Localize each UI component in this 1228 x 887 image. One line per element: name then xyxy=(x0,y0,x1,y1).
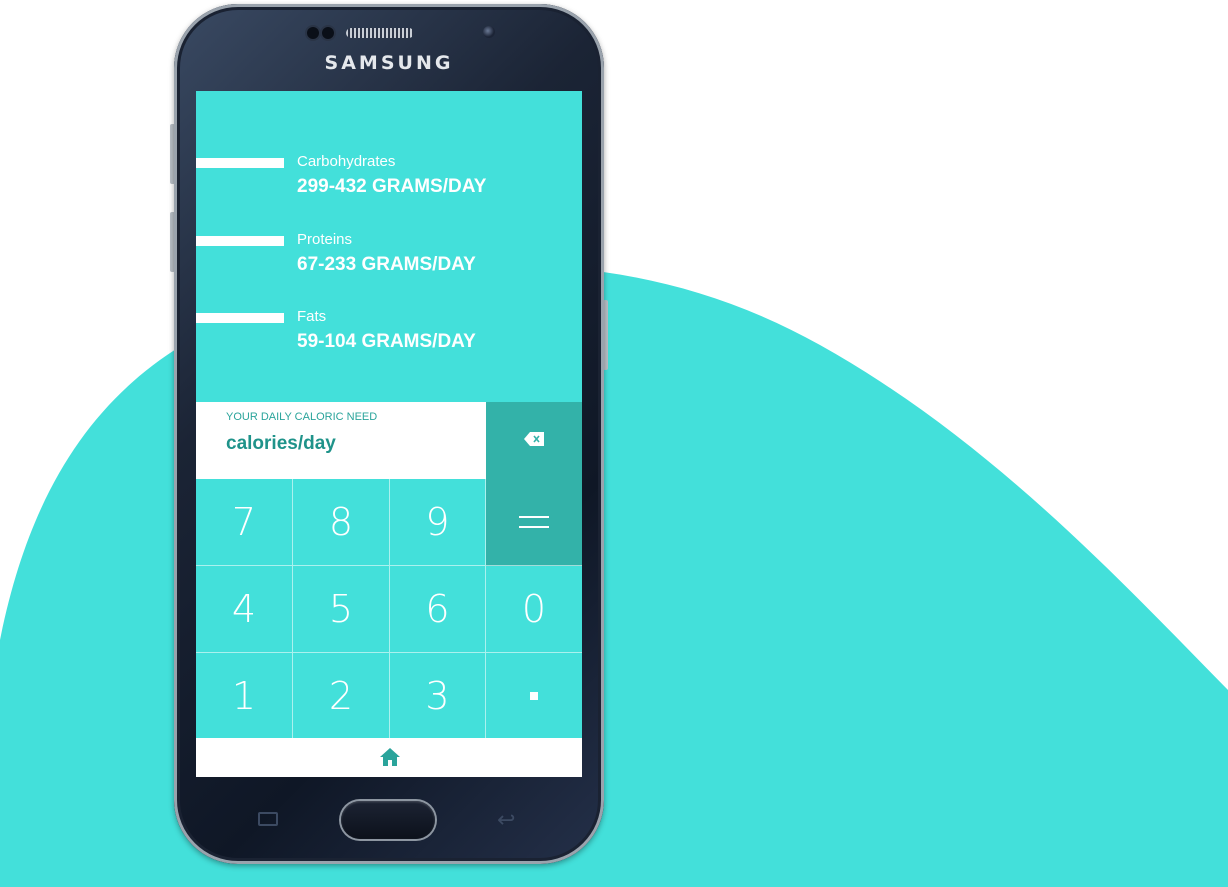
key-9[interactable]: 9 xyxy=(390,479,486,566)
recent-apps-icon[interactable] xyxy=(258,812,278,826)
macro-label: Fats xyxy=(297,308,327,325)
front-camera-icon xyxy=(483,26,495,38)
bottom-navigation xyxy=(196,738,582,777)
key-1[interactable]: 1 xyxy=(196,653,293,738)
decimal-point-icon xyxy=(530,691,538,700)
macro-label: Carbohydrates xyxy=(297,153,396,170)
input-hint: YOUR DAILY CALORIC NEED xyxy=(226,411,378,423)
app-screen: Carbohydrates 299-432 GRAMS/DAY Proteins… xyxy=(196,91,582,777)
home-icon[interactable] xyxy=(379,747,401,767)
macro-bar xyxy=(196,158,284,168)
key-5[interactable]: 5 xyxy=(293,566,390,653)
key-2[interactable]: 2 xyxy=(293,653,390,738)
macro-proteins: Proteins 67-233 GRAMS/DAY xyxy=(196,231,582,291)
backspace-icon xyxy=(524,432,544,446)
macro-value: 299-432 GRAMS/DAY xyxy=(297,176,487,197)
calorie-input-display[interactable]: YOUR DAILY CALORIC NEED calories/day xyxy=(196,402,486,479)
sensor-icon xyxy=(322,27,334,39)
earpiece-speaker xyxy=(346,28,414,38)
key-3[interactable]: 3 xyxy=(390,653,486,738)
key-8[interactable]: 8 xyxy=(293,479,390,566)
input-placeholder: calories/day xyxy=(226,433,336,454)
macro-bar xyxy=(196,236,284,246)
backspace-button[interactable] xyxy=(486,402,582,479)
key-0[interactable]: 0 xyxy=(486,566,582,653)
decimal-button[interactable] xyxy=(486,653,582,738)
macro-carbohydrates: Carbohydrates 299-432 GRAMS/DAY xyxy=(196,153,582,213)
hardware-home-button[interactable] xyxy=(341,801,435,839)
back-icon[interactable]: ↩ xyxy=(497,808,515,833)
equals-button[interactable] xyxy=(486,479,582,566)
macro-label: Proteins xyxy=(297,231,353,248)
macro-bar xyxy=(196,313,284,323)
brand-logo: SAMSUNG xyxy=(324,52,454,74)
key-7[interactable]: 7 xyxy=(196,479,293,566)
key-4[interactable]: 4 xyxy=(196,566,293,653)
equals-icon xyxy=(519,516,549,528)
macro-value: 59-104 GRAMS/DAY xyxy=(297,331,476,352)
macro-fats: Fats 59-104 GRAMS/DAY xyxy=(196,308,582,368)
sensor-icon xyxy=(307,27,319,39)
macro-value: 67-233 GRAMS/DAY xyxy=(297,254,476,275)
key-6[interactable]: 6 xyxy=(390,566,486,653)
